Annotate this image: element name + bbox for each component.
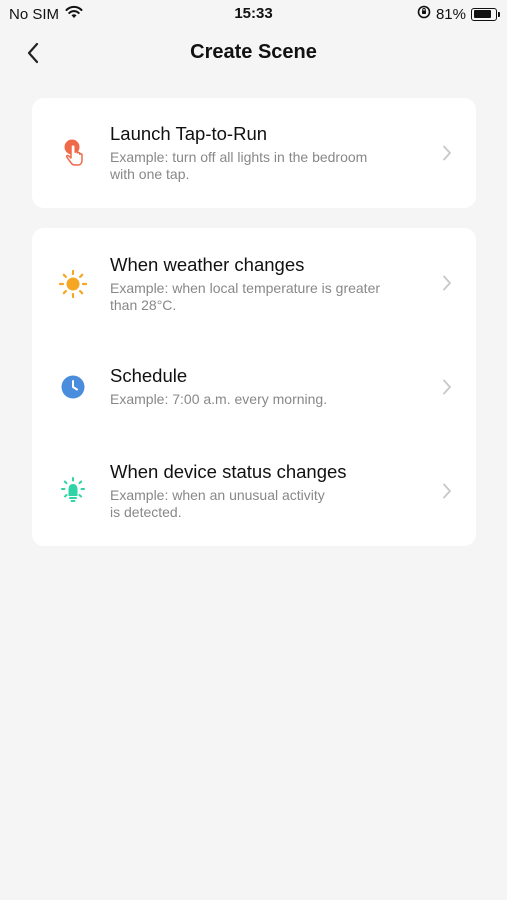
weather-text: When weather changes Example: when local… (110, 253, 420, 314)
weather-label: When weather changes (110, 254, 305, 275)
chevron-right-icon (440, 274, 454, 292)
schedule-desc-line1: Example: 7:00 a.m. every morning. (110, 391, 328, 407)
status-right-group: 81% (417, 5, 500, 23)
device-status-text: When device status changes Example: when… (110, 460, 420, 521)
chevron-right-icon (440, 144, 454, 162)
tap-to-run-label: Launch Tap-to-Run (110, 123, 268, 144)
sun-icon (58, 269, 88, 299)
schedule-label: Schedule (110, 365, 188, 386)
chevron-right-icon (440, 482, 454, 500)
page-title: Create Scene (190, 41, 317, 63)
device-status-desc-line1: Example: when an unusual activity (110, 487, 325, 503)
launch-tap-to-run-item[interactable]: Launch Tap-to-Run Example: turn off all … (32, 98, 476, 208)
schedule-item[interactable]: Schedule Example: 7:00 a.m. every mornin… (32, 348, 476, 428)
status-bar: No SIM 15:33 81% (0, 0, 507, 28)
tap-to-run-desc-line1: Example: turn off all lights in the bedr… (110, 149, 368, 165)
weather-desc-line2: than 28°C. (110, 297, 177, 313)
schedule-text: Schedule Example: 7:00 a.m. every mornin… (110, 364, 420, 408)
tap-to-run-desc-line2: with one tap. (110, 166, 190, 182)
tap-hand-icon (58, 138, 88, 168)
schedule-desc: Example: 7:00 a.m. every morning. (110, 391, 420, 408)
battery-percent: 81% (435, 5, 466, 23)
device-status-desc: Example: when an unusual activity is det… (110, 487, 420, 521)
device-status-label: When device status changes (110, 461, 347, 482)
chevron-right-icon (440, 378, 454, 396)
tap-to-run-card: Launch Tap-to-Run Example: turn off all … (32, 98, 476, 208)
device-status-desc-line2: is detected. (110, 504, 182, 520)
weather-desc: Example: when local temperature is great… (110, 280, 420, 314)
clock-icon (58, 372, 88, 402)
weather-desc-line1: Example: when local temperature is great… (110, 280, 381, 296)
tap-to-run-text: Launch Tap-to-Run Example: turn off all … (110, 122, 420, 183)
tap-to-run-desc: Example: turn off all lights in the bedr… (110, 149, 420, 183)
nav-bar: Create Scene (0, 30, 507, 76)
orientation-lock-icon (417, 5, 431, 23)
device-bulb-icon (58, 476, 88, 506)
weather-changes-item[interactable]: When weather changes Example: when local… (32, 228, 476, 338)
battery-icon (471, 7, 500, 21)
conditions-card: When weather changes Example: when local… (32, 228, 476, 546)
device-status-item[interactable]: When device status changes Example: when… (32, 438, 476, 546)
battery-fill (473, 10, 491, 18)
